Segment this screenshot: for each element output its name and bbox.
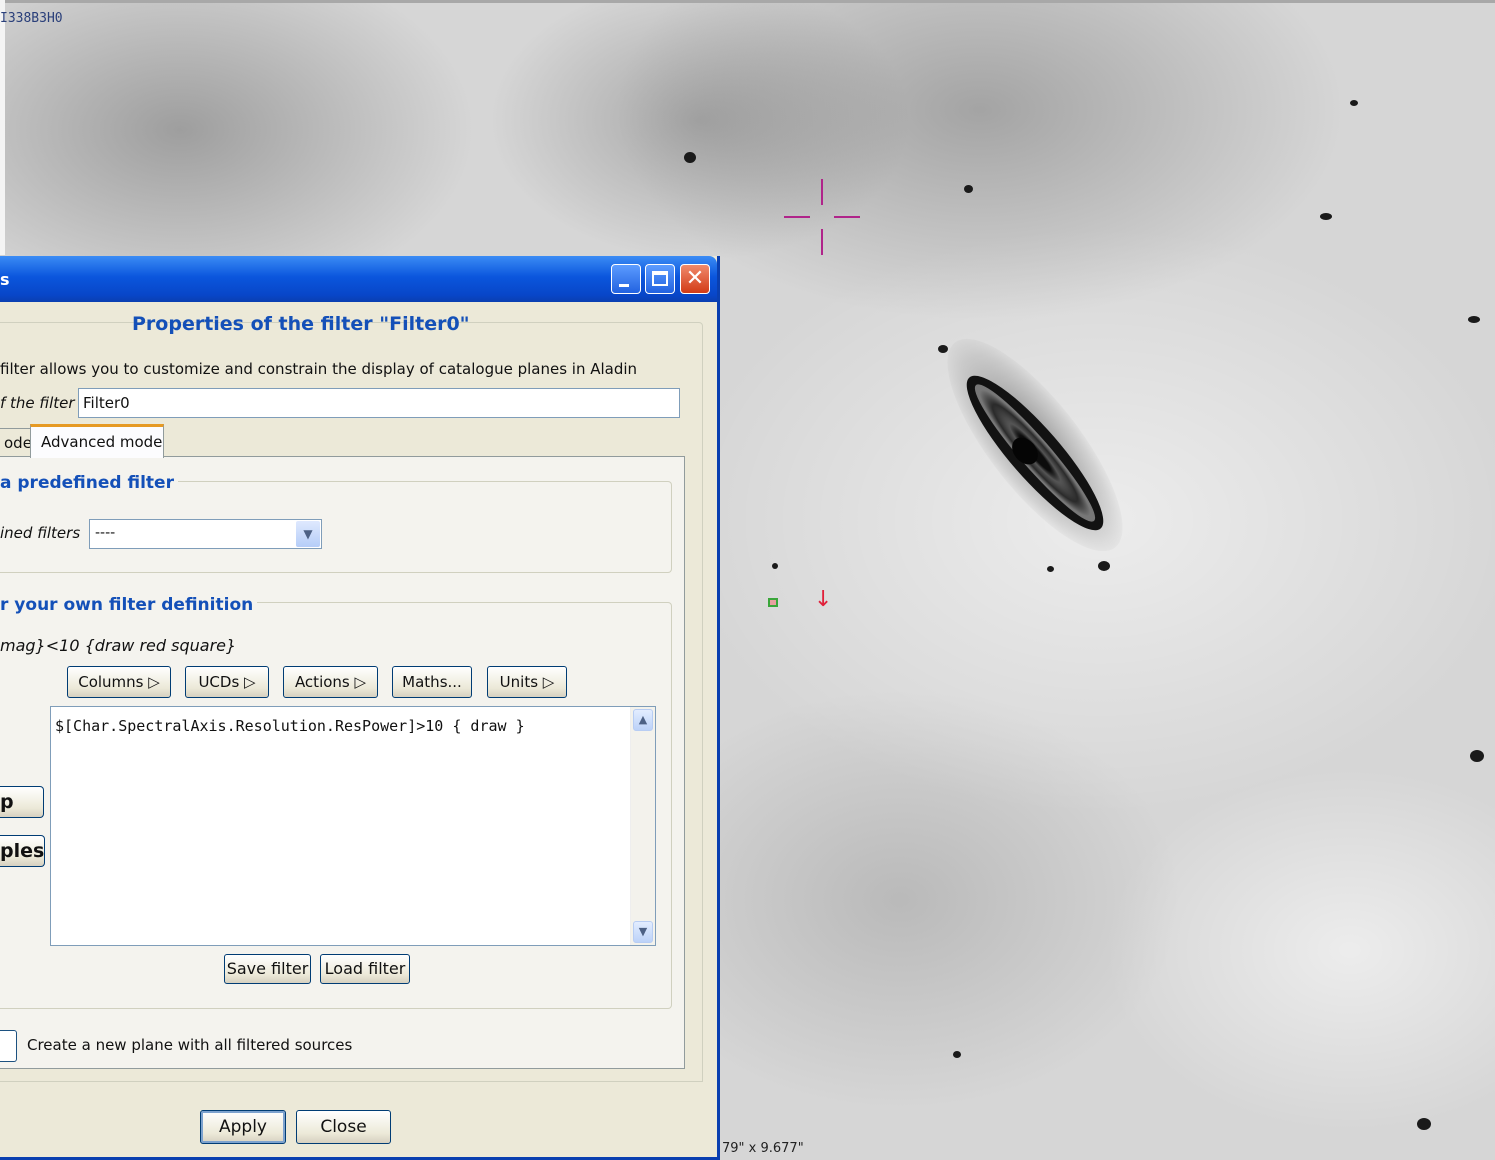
star [684, 152, 696, 163]
scroll-up-icon[interactable]: ▲ [633, 709, 653, 731]
star [1417, 1118, 1431, 1130]
chevron-down-icon[interactable]: ▼ [296, 521, 320, 547]
crosshair-icon [784, 179, 860, 255]
star [1468, 316, 1480, 323]
ucds-button[interactable]: UCDs ▷ [185, 666, 269, 698]
new-plane-checkbox[interactable] [0, 1030, 17, 1062]
scale-readout: 79" x 9.677" [722, 1141, 804, 1156]
load-filter-button[interactable]: Load filter [320, 954, 410, 984]
own-filter-title: r your own filter definition [0, 595, 258, 615]
star [1098, 561, 1110, 571]
save-filter-button[interactable]: Save filter [224, 954, 311, 984]
predefined-filter-title: a predefined filter [0, 473, 178, 493]
close-icon: ✕ [685, 266, 705, 291]
dialog-title: s [0, 270, 10, 289]
filter-definition-textarea[interactable]: $[Char.SpectralAxis.Resolution.ResPower]… [50, 706, 656, 946]
tab-advanced-mode[interactable]: Advanced mode [30, 424, 164, 458]
star [953, 1051, 961, 1058]
minimize-button[interactable] [611, 264, 641, 294]
vertical-scrollbar[interactable]: ▲ ▼ [630, 707, 655, 945]
filter-name-input[interactable] [78, 388, 680, 418]
star [1320, 213, 1332, 220]
image-top-border [0, 0, 1495, 3]
source-marker[interactable] [768, 598, 778, 607]
new-plane-checkbox-label: Create a new plane with all filtered sou… [27, 1036, 353, 1054]
help-button[interactable]: p [0, 786, 44, 818]
actions-button[interactable]: Actions ▷ [283, 666, 378, 698]
maximize-button[interactable] [645, 264, 675, 294]
filter-definition-code: $[Char.SpectralAxis.Resolution.ResPower]… [55, 717, 525, 735]
predefined-filters-value: ---- [95, 525, 116, 541]
filter-properties-dialog: s ✕ Properties of the filter "Filter0" f… [0, 256, 720, 1160]
image-left-margin [0, 0, 5, 255]
filter-name-label: f the filter [0, 394, 75, 412]
predefined-filters-select[interactable]: ---- ▼ [89, 519, 322, 549]
scroll-down-icon[interactable]: ▼ [633, 921, 653, 943]
units-button[interactable]: Units ▷ [487, 666, 567, 698]
columns-button[interactable]: Columns ▷ [67, 666, 171, 698]
star [1470, 750, 1484, 762]
predefined-filters-label: ined filters [0, 524, 81, 542]
maximize-icon [652, 271, 668, 286]
apply-button[interactable]: Apply [200, 1110, 286, 1144]
image-id-label: I338B3H0 [0, 11, 63, 26]
maths-button[interactable]: Maths... [392, 666, 472, 698]
star [938, 345, 948, 353]
dialog-titlebar[interactable]: s ✕ [0, 256, 717, 302]
close-window-button[interactable]: ✕ [680, 264, 710, 294]
arrow-down-icon: ↓ [814, 587, 833, 612]
minimize-icon [619, 284, 629, 287]
star [772, 563, 778, 569]
star [1047, 566, 1054, 572]
dialog-heading: Properties of the filter "Filter0" [132, 313, 470, 335]
filter-example-text: mag}<10 {draw red square} [0, 636, 237, 655]
star [1350, 100, 1358, 106]
examples-button[interactable]: ples [0, 835, 45, 867]
intro-text: filter allows you to customize and const… [0, 360, 638, 378]
close-button[interactable]: Close [296, 1110, 391, 1144]
star [964, 185, 973, 193]
